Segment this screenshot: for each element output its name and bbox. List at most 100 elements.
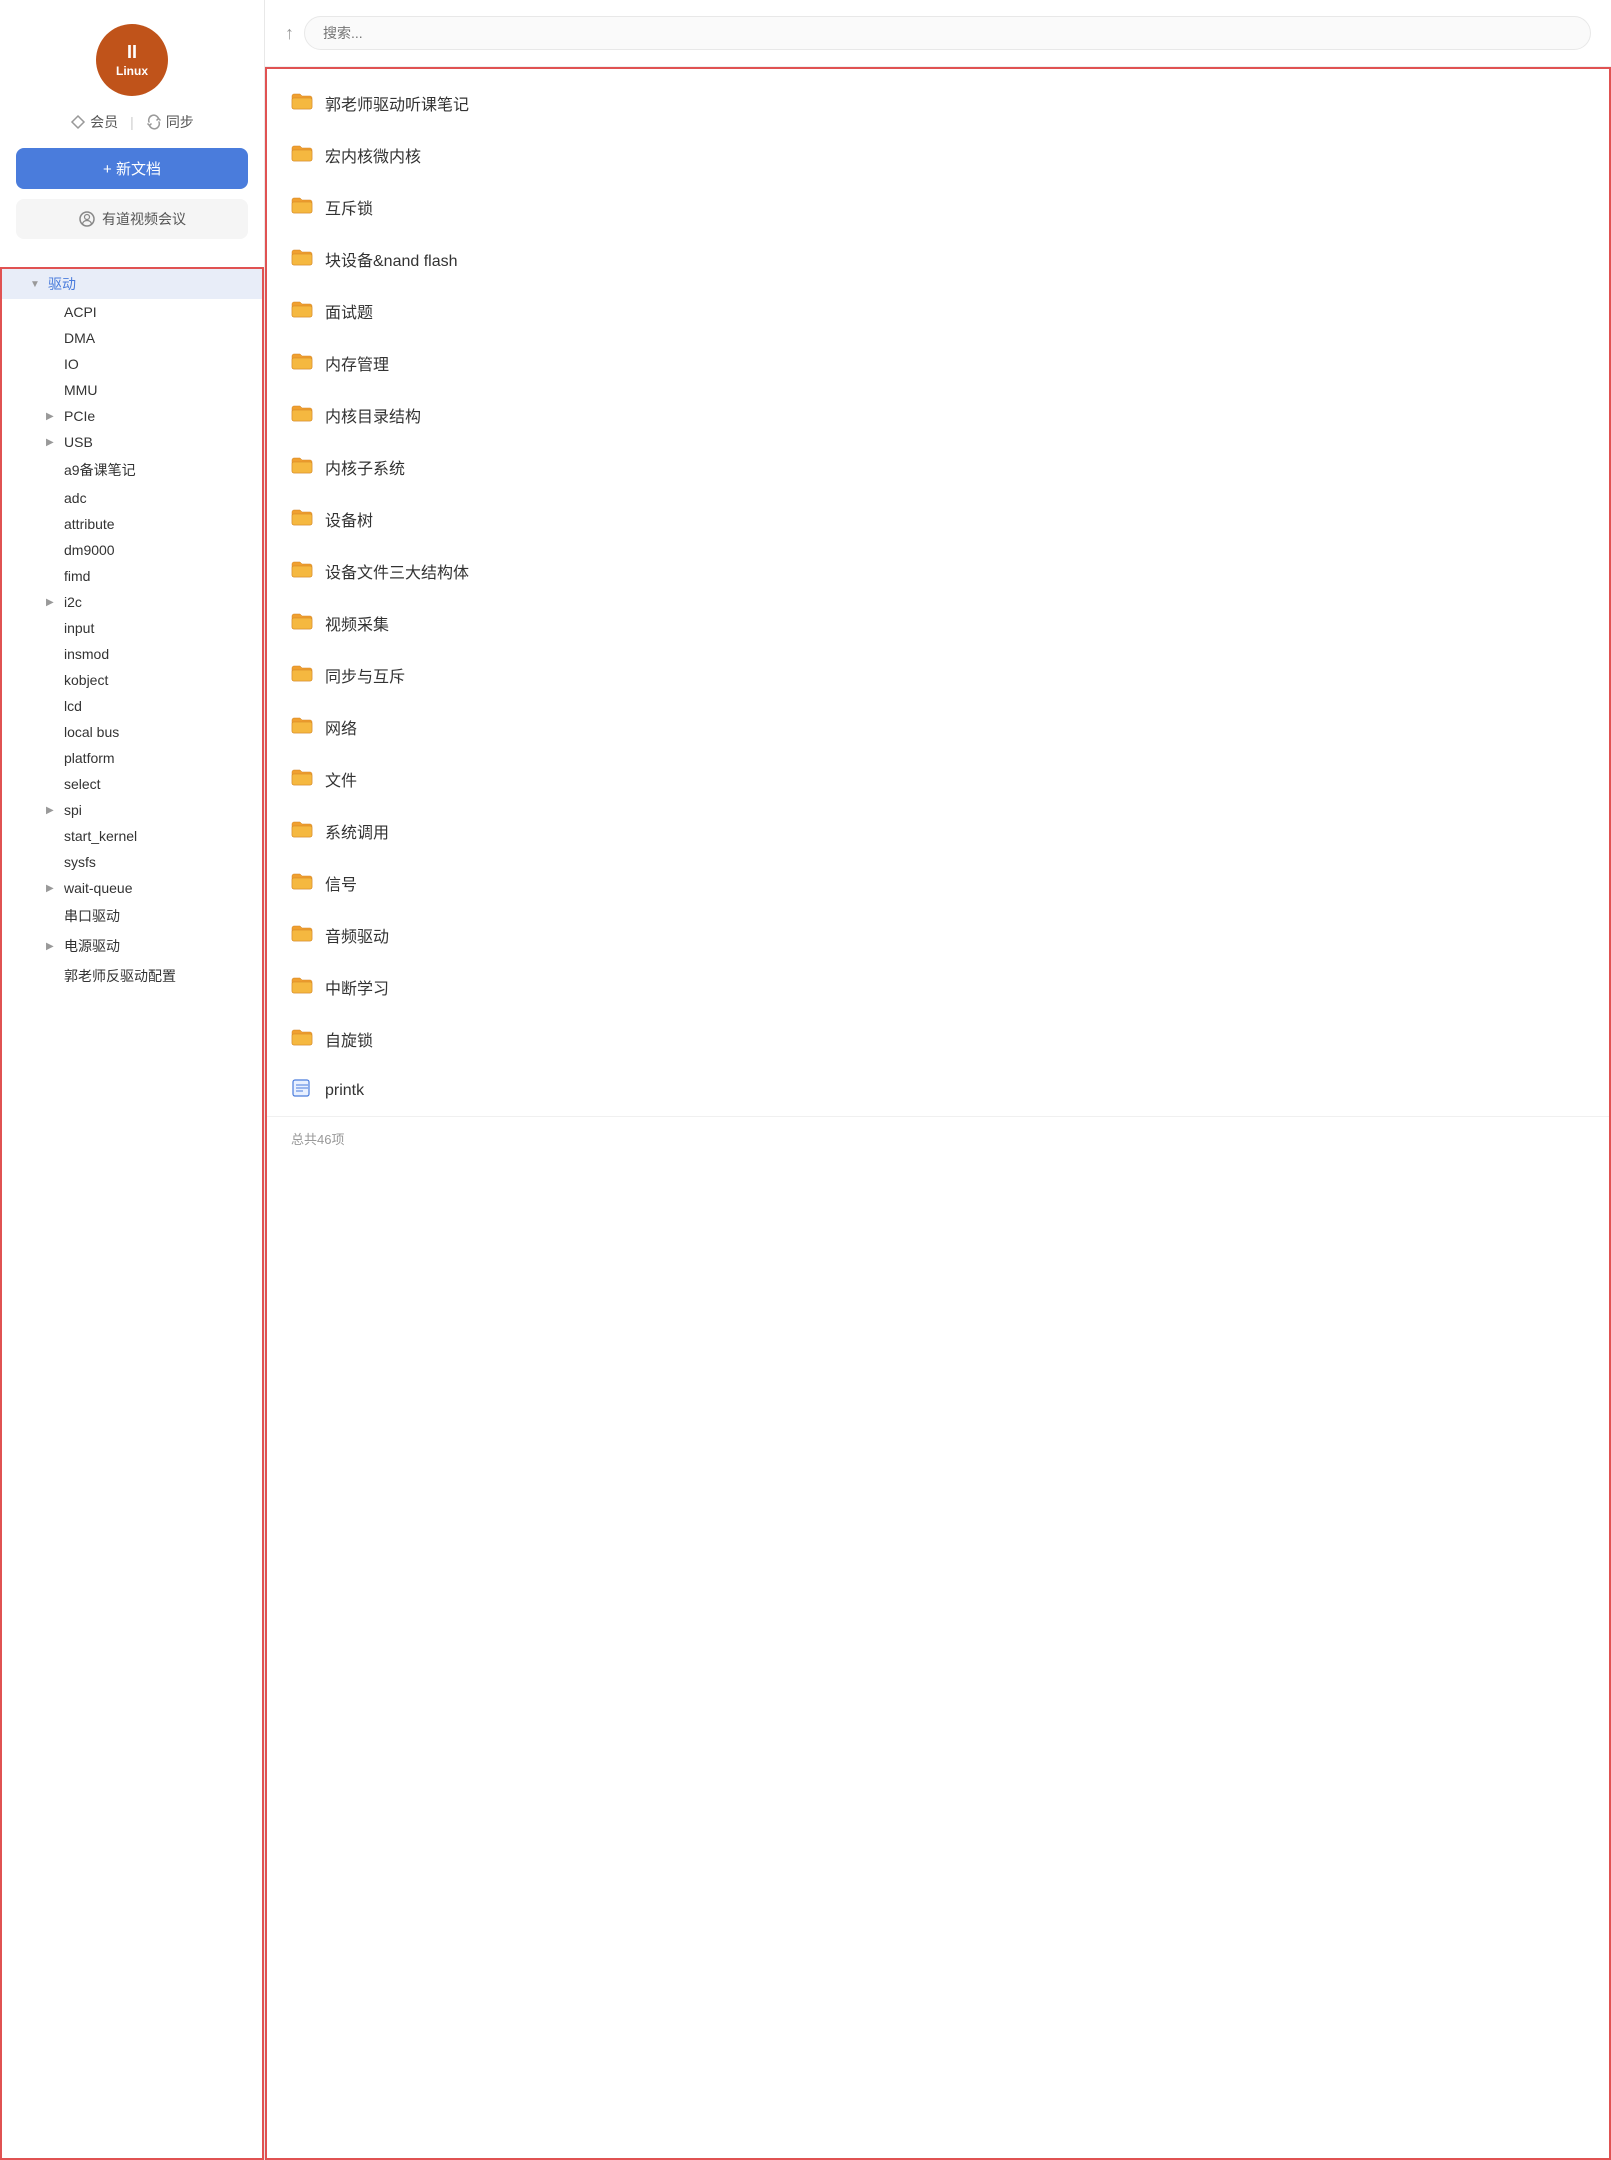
tree-item-kobject[interactable]: kobject [2,667,262,693]
tree-item-wait_queue[interactable]: ▶ wait-queue [2,875,262,901]
tree-item-platform[interactable]: platform [2,745,262,771]
tree-item-label: MMU [64,382,250,398]
member-link[interactable]: 会员 [70,112,118,132]
tree-item-a9[interactable]: a9备课笔记 [2,455,262,485]
sync-link[interactable]: 同步 [146,112,194,132]
content-item-file[interactable]: 文件 [267,753,1609,805]
tree-item-label: attribute [64,516,250,532]
content-item-label: 同步与互斥 [325,663,1585,687]
content-item-audio[interactable]: 音频驱动 [267,909,1609,961]
content-item-block_nand[interactable]: 块设备&nand flash [267,233,1609,285]
folder-yellow-icon [291,196,313,219]
folder-yellow-icon [291,92,313,115]
content-item-label: 内核目录结构 [325,403,1585,427]
content-item-label: 自旋锁 [325,1027,1585,1051]
meeting-button[interactable]: 有道视频会议 [16,199,248,239]
tree-item-label: a9备课笔记 [64,460,250,480]
folder-yellow-icon [291,664,313,687]
tree-item-acpi[interactable]: ACPI [2,299,262,325]
search-input[interactable] [304,16,1591,50]
tree-item-label: wait-queue [64,880,250,896]
content-item-video_capture[interactable]: 视频采集 [267,597,1609,649]
sidebar: II Linux 会员 | 同步 + 新文档 [0,0,265,2160]
sync-icon [146,114,162,130]
content-item-label: 互斥锁 [325,195,1585,219]
content-item-memory[interactable]: 内存管理 [267,337,1609,389]
content-item-label: 郭老师驱动听课笔记 [325,91,1585,115]
chevron-right-icon: ▶ [46,941,60,952]
tree-item-label: lcd [64,698,250,714]
folder-yellow-icon [291,768,313,791]
tree-item-select[interactable]: select [2,771,262,797]
content-item-label: 内核子系统 [325,455,1585,479]
arrow-down-icon: ▼ [30,279,44,290]
content-footer: 总共46项 [267,1116,1609,1160]
tree-item-serial[interactable]: 串口驱动 [2,901,262,931]
folder-yellow-icon [291,144,313,167]
tree-item-guo[interactable]: 郭老师反驱动配置 [2,961,262,991]
tree-item-adc[interactable]: adc [2,485,262,511]
tree-item-label: ACPI [64,304,250,320]
tree-item-label: fimd [64,568,250,584]
content-item-printk[interactable]: printk [267,1065,1609,1116]
tree-item-i2c[interactable]: ▶ i2c [2,589,262,615]
sidebar-header: II Linux 会员 | 同步 + 新文档 [0,0,264,267]
content-item-label: 网络 [325,715,1585,739]
content-item-label: 信号 [325,871,1585,895]
content-item-label: 设备树 [325,507,1585,531]
content-item-label: 文件 [325,767,1585,791]
content-item-mutex[interactable]: 互斥锁 [267,181,1609,233]
content-item-interrupt[interactable]: 中断学习 [267,961,1609,1013]
content-item-device_file[interactable]: 设备文件三大结构体 [267,545,1609,597]
content-item-interview[interactable]: 面试题 [267,285,1609,337]
chevron-right-icon: ▶ [46,411,60,422]
tree-item-mmu[interactable]: MMU [2,377,262,403]
content-item-guo_notes[interactable]: 郭老师驱动听课笔记 [267,77,1609,129]
content-item-label: 视频采集 [325,611,1585,635]
main-panel: ↑ 郭老师驱动听课笔记 宏内核微内核 互斥锁 块设备&nand flash 面试… [265,0,1611,2160]
chevron-right-icon: ▶ [46,597,60,608]
tree-item-fimd[interactable]: fimd [2,563,262,589]
content-item-label: 系统调用 [325,819,1585,843]
folder-yellow-icon [291,300,313,323]
content-item-syscall[interactable]: 系统调用 [267,805,1609,857]
tree-item-lcd[interactable]: lcd [2,693,262,719]
tree-item-dma[interactable]: DMA [2,325,262,351]
tree-item-label: dm9000 [64,542,250,558]
chevron-right-icon: ▶ [46,883,60,894]
content-item-label: 音频驱动 [325,923,1585,947]
tree-item-power[interactable]: ▶ 电源驱动 [2,931,262,961]
tree-item-label: sysfs [64,854,250,870]
content-item-spinlock[interactable]: 自旋锁 [267,1013,1609,1065]
content-item-device_tree[interactable]: 设备树 [267,493,1609,545]
content-item-kernel_subsys[interactable]: 内核子系统 [267,441,1609,493]
folder-yellow-icon [291,508,313,531]
tree-item-spi[interactable]: ▶spi [2,797,262,823]
tree-item-io[interactable]: IO [2,351,262,377]
content-item-label: 块设备&nand flash [325,247,1585,271]
tree-item-pcie[interactable]: ▶PCIe [2,403,262,429]
folder-yellow-icon [291,612,313,635]
content-item-macro_micro[interactable]: 宏内核微内核 [267,129,1609,181]
tree-item-sysfs[interactable]: sysfs [2,849,262,875]
chevron-right-icon: ▶ [46,805,60,816]
back-icon[interactable]: ↑ [285,23,294,44]
tree-item-dm9000[interactable]: dm9000 [2,537,262,563]
content-item-sync_mutex[interactable]: 同步与互斥 [267,649,1609,701]
content-item-signal[interactable]: 信号 [267,857,1609,909]
content-item-kernel_dir[interactable]: 内核目录结构 [267,389,1609,441]
new-doc-button[interactable]: + 新文档 [16,148,248,189]
tree-item-attribute[interactable]: attribute [2,511,262,537]
tree-item-usb[interactable]: ▶USB [2,429,262,455]
search-bar: ↑ [265,0,1611,67]
tree-item-root[interactable]: ▼ 驱动 [2,269,262,299]
tree-item-input[interactable]: input [2,615,262,641]
tree-item-label: 电源驱动 [64,936,250,956]
folder-yellow-icon [291,456,313,479]
tree-item-local_bus[interactable]: local bus [2,719,262,745]
tree-item-label: i2c [64,594,250,610]
content-item-network[interactable]: 网络 [267,701,1609,753]
folder-yellow-icon [291,352,313,375]
tree-item-insmod[interactable]: insmod [2,641,262,667]
tree-item-start_kernel[interactable]: start_kernel [2,823,262,849]
